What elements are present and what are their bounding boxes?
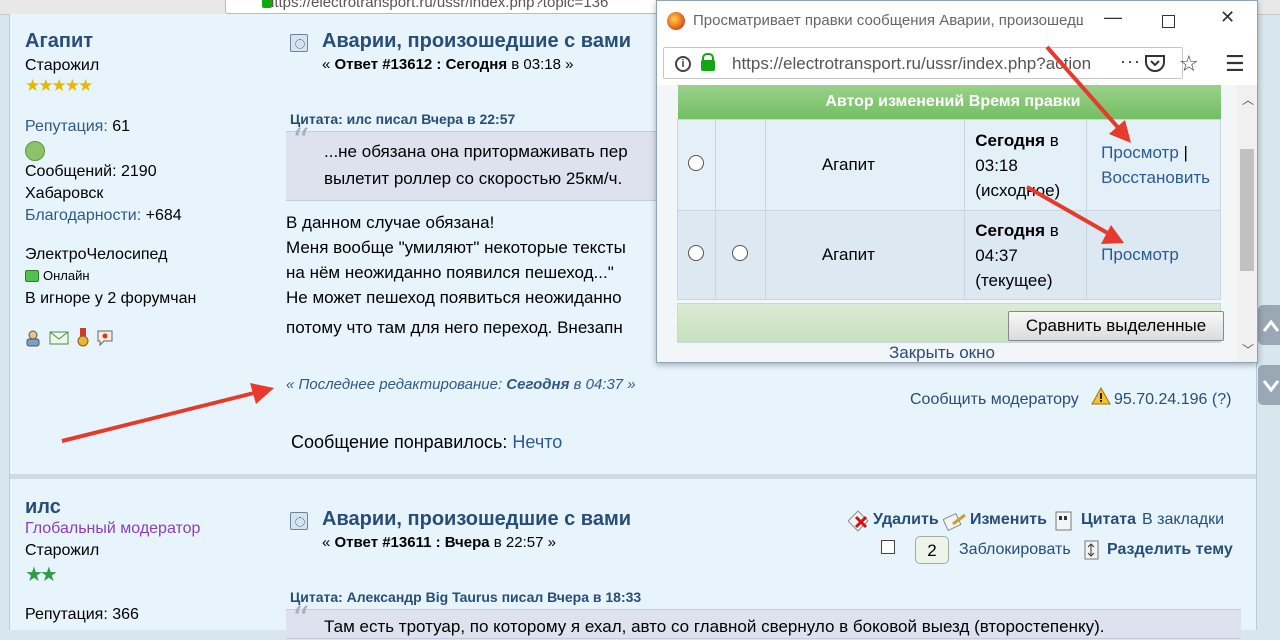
arrow-to-last-edit [61, 383, 274, 443]
arrow-to-view-current [1026, 185, 1124, 244]
arrow-to-view-original [1045, 45, 1131, 143]
annotation-arrows [61, 45, 1131, 443]
